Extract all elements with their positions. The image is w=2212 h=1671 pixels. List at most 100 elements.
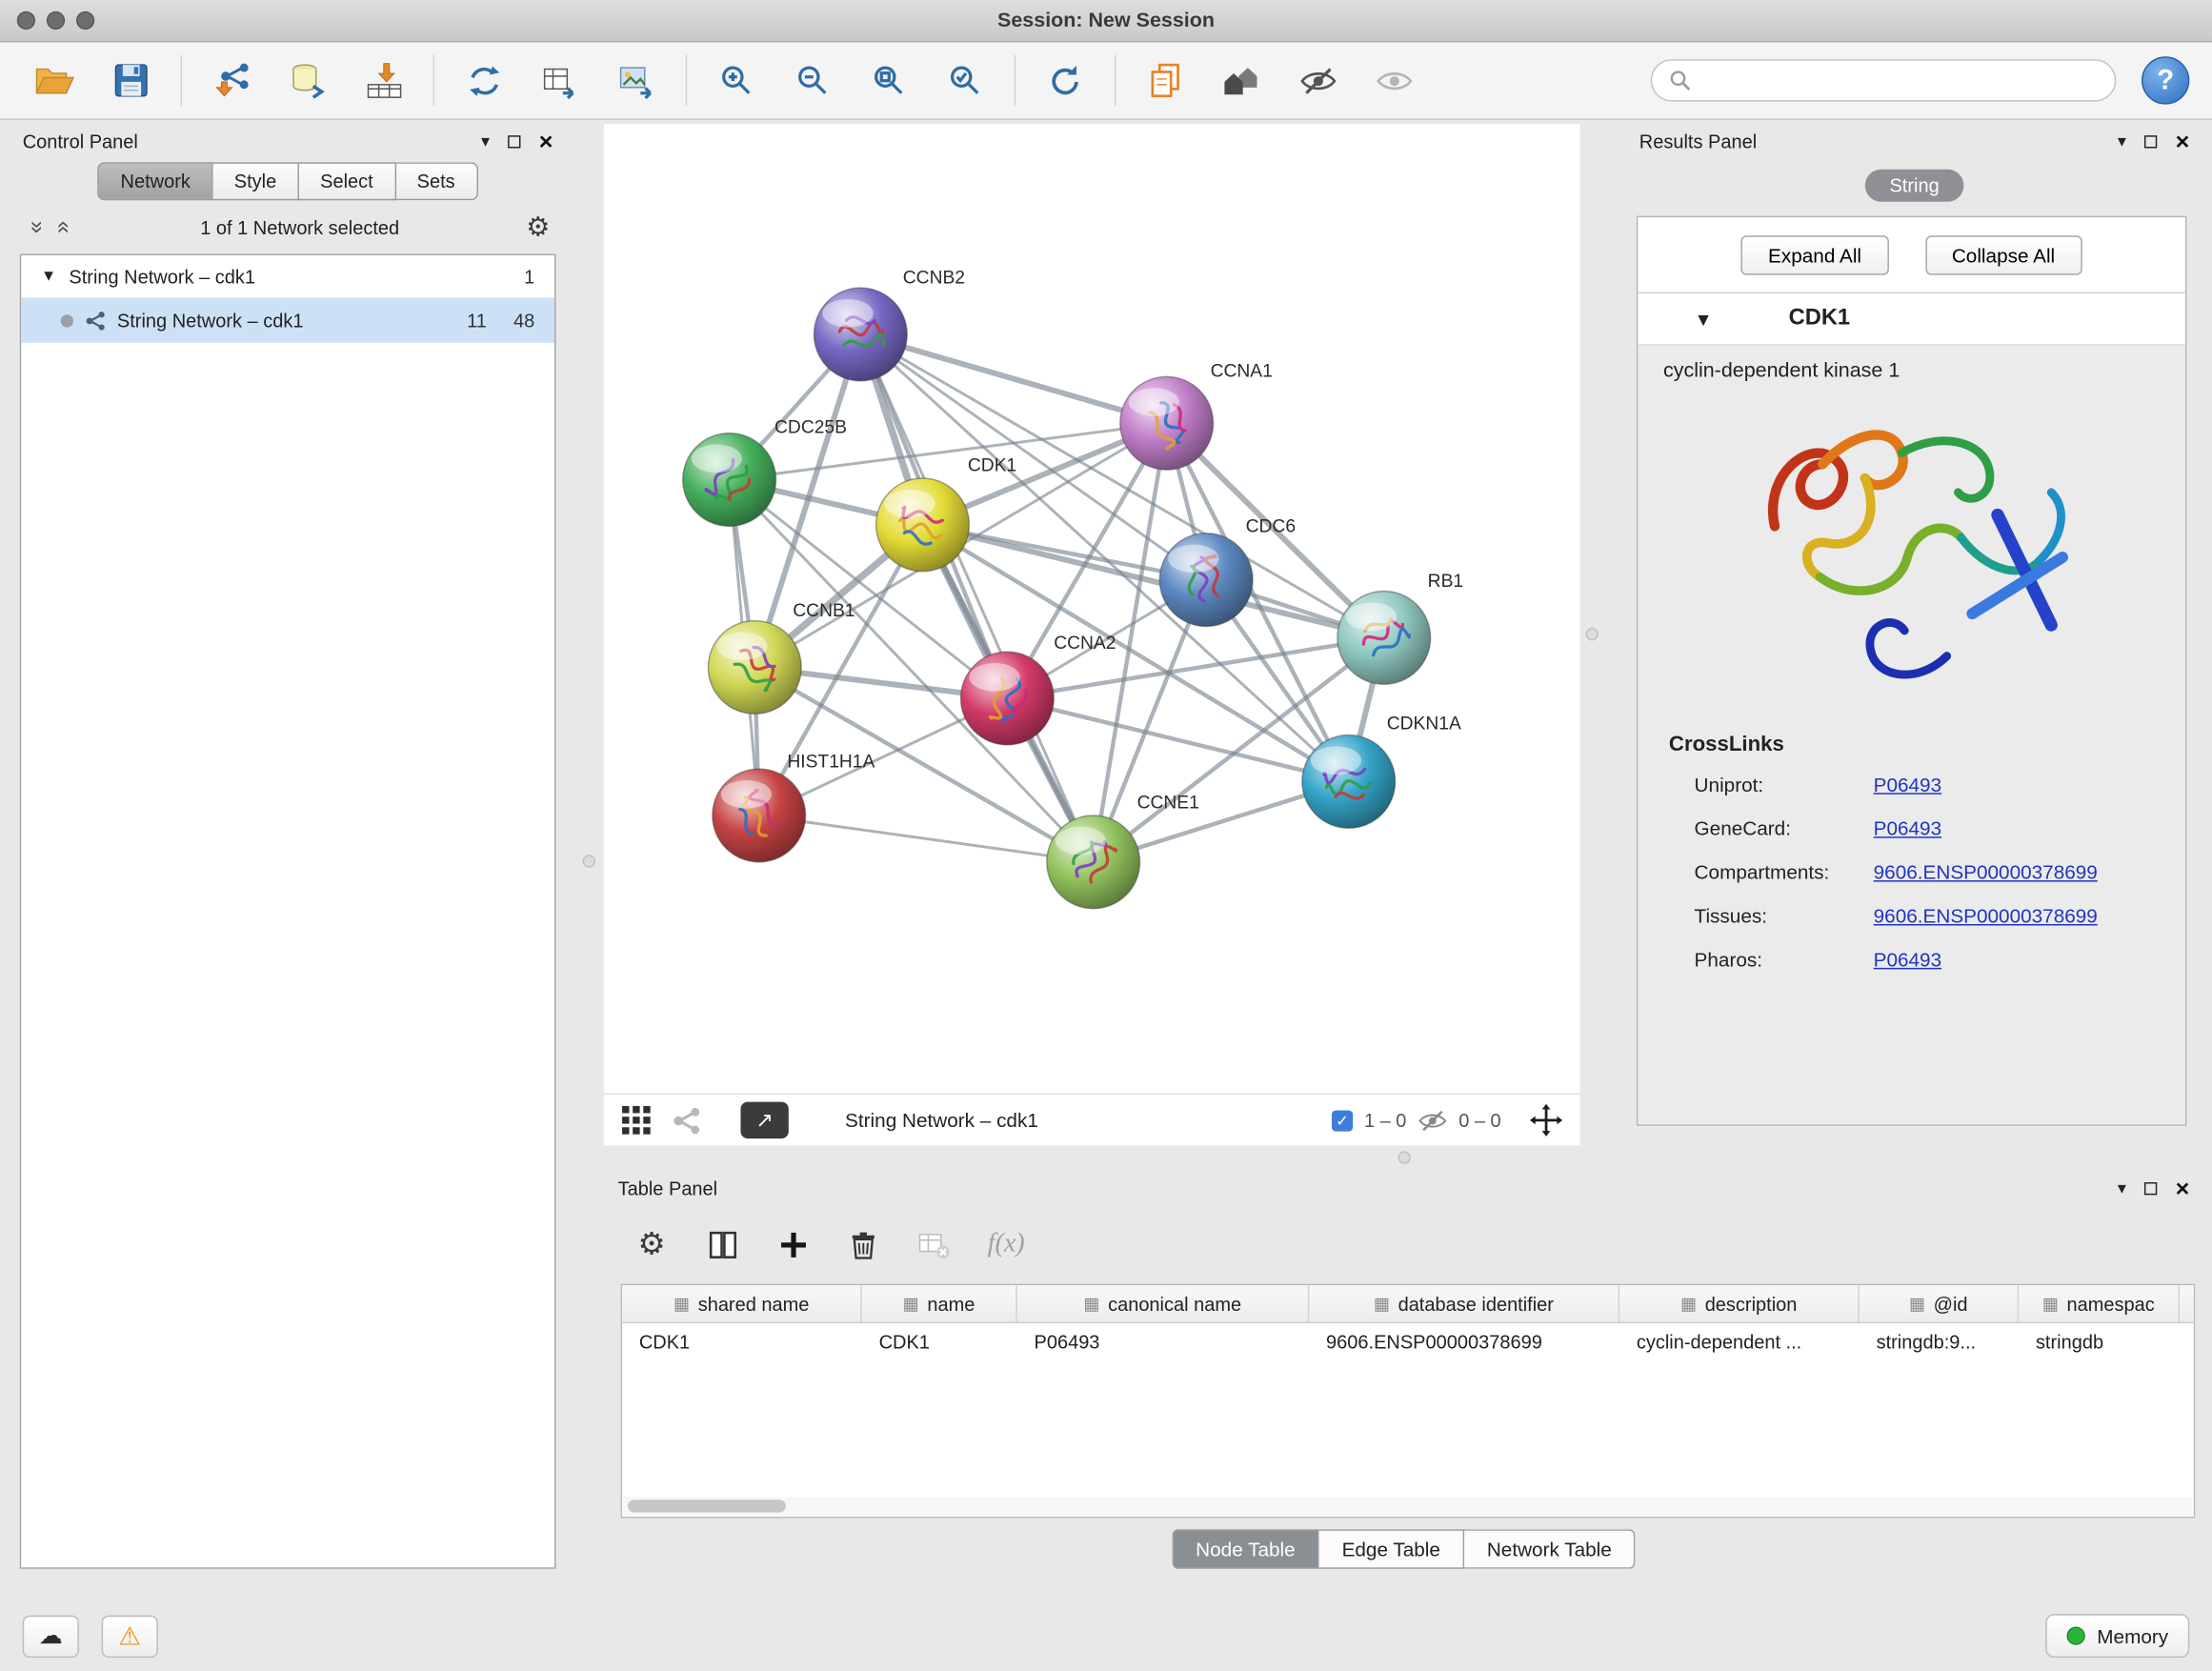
control-tab-style[interactable]: Style [213,162,299,200]
close-panel-icon[interactable]: × [2176,130,2190,153]
grid-view-icon[interactable] [621,1105,653,1137]
column-header-canonical-name[interactable]: ▦canonical name [1017,1285,1310,1322]
zoom-window-button[interactable] [76,11,94,30]
column-header--id[interactable]: ▦@id [1860,1285,2019,1322]
documents-icon [1147,61,1184,99]
scrollbar-thumb[interactable] [628,1500,786,1512]
splitter-handle[interactable] [583,855,595,867]
crosslink-uniprot-link[interactable]: P06493 [1874,773,1941,795]
network-node-CDC25B[interactable] [683,433,776,527]
tab-node-table[interactable]: Node Table [1172,1529,1319,1568]
maximize-panel-icon[interactable] [508,134,520,147]
network-node-CCNB2[interactable] [814,288,907,381]
maximize-panel-icon[interactable] [2144,134,2157,147]
hide-selected-button[interactable] [1285,48,1350,112]
open-session-button[interactable] [23,48,88,112]
export-image-button[interactable] [604,48,669,112]
splitter-handle[interactable] [1398,1151,1411,1163]
control-tab-network[interactable]: Network [98,162,213,200]
network-graph[interactable]: CCNB2CCNA1CDC25BCDK1CDC6RB1CCNB1CCNA2CDK… [604,124,1580,1093]
status-bar: ☁ ⚠ Memory [0,1601,2212,1671]
column-header-namespac[interactable]: ▦namespac [2019,1285,2180,1322]
gene-entry-header[interactable]: ▼ CDK1 [1638,293,2185,346]
float-panel-icon[interactable]: ▾ [2118,131,2126,151]
control-tab-sets[interactable]: Sets [395,162,477,200]
import-network-from-file-button[interactable] [199,48,264,112]
create-column-button[interactable] [768,1218,818,1269]
network-canvas[interactable]: CCNB2CCNA1CDC25BCDK1CDC6RB1CCNB1CCNA2CDK… [604,124,1580,1093]
network-node-CCNA2[interactable] [960,652,1054,745]
network-row-selected[interactable]: String Network – cdk1 11 48 [21,297,554,342]
tab-network-table[interactable]: Network Table [1464,1529,1636,1568]
control-tab-select[interactable]: Select [299,162,395,200]
save-session-button[interactable] [99,48,164,112]
column-header-name[interactable]: ▦name [862,1285,1017,1322]
close-panel-icon[interactable]: × [539,130,553,153]
zoom-selected-button[interactable] [933,48,997,112]
cloud-status-button[interactable]: ☁ [23,1616,79,1658]
import-network-from-database-button[interactable] [275,48,340,112]
warnings-button[interactable]: ⚠ [102,1616,158,1658]
crosslink-compartments-link[interactable]: 9606.ENSP00000378699 [1874,860,2098,883]
zoom-out-button[interactable] [780,48,845,112]
network-node-CDK1[interactable] [876,478,970,572]
cloud-icon: ☁ [39,1622,63,1651]
home-button[interactable] [1209,48,1274,112]
entry-caret-icon[interactable]: ▼ [1695,309,1713,330]
minimize-window-button[interactable] [47,11,65,30]
close-window-button[interactable] [17,11,35,30]
collection-caret-icon[interactable]: ▼ [41,268,56,285]
network-edge[interactable] [860,334,1166,423]
network-node-CCNA1[interactable] [1120,376,1214,470]
import-table-from-file-button[interactable] [352,48,416,112]
search-input[interactable] [1702,70,2098,92]
zoom-in-button[interactable] [704,48,769,112]
column-header-shared-name[interactable]: ▦shared name [622,1285,862,1322]
tab-edge-table[interactable]: Edge Table [1319,1529,1464,1568]
network-options-gear-icon[interactable]: ⚙ [526,211,550,243]
crosslink-pharos-link[interactable]: P06493 [1874,947,1941,970]
table-row[interactable]: CDK1CDK1P064939606.ENSP00000378699cyclin… [622,1323,2194,1361]
show-columns-button[interactable] [697,1218,748,1269]
help-button[interactable]: ? [2142,56,2189,104]
collapse-all-icon[interactable]: » [23,216,49,237]
birdseye-view-button[interactable]: ↗ [740,1102,788,1139]
pan-move-icon[interactable] [1529,1103,1563,1137]
crosslink-label: GeneCard: [1695,816,1874,839]
copy-document-button[interactable] [1133,48,1197,112]
network-edge[interactable] [759,815,1094,862]
tab-string[interactable]: String [1865,170,1963,202]
float-panel-icon[interactable]: ▾ [481,131,490,151]
table-panel-header: Table Panel ▾ × [604,1171,2203,1205]
close-panel-icon[interactable]: × [2176,1176,2190,1199]
memory-button[interactable]: Memory [2046,1614,2189,1658]
network-node-CDKN1A[interactable] [1302,735,1396,829]
network-edge[interactable] [860,334,1093,862]
crosslink-tissues-link[interactable]: 9606.ENSP00000378699 [1874,904,2098,927]
column-header-description[interactable]: ▦description [1619,1285,1860,1322]
export-table-button[interactable] [528,48,593,112]
network-node-HIST1H1A[interactable] [713,769,806,862]
table-options-button[interactable]: ⚙ [627,1218,677,1269]
network-node-CCNE1[interactable] [1047,815,1140,909]
expand-all-button[interactable]: Expand All [1741,235,1888,274]
column-header-database-identifier[interactable]: ▦database identifier [1309,1285,1619,1322]
collection-label: String Network – cdk1 [69,266,485,287]
maximize-panel-icon[interactable] [2144,1181,2157,1194]
network-node-RB1[interactable] [1337,591,1431,684]
splitter-handle[interactable] [1586,628,1599,640]
network-node-CCNB1[interactable] [708,621,801,715]
collapse-all-button[interactable]: Collapse All [1925,235,2082,274]
expand-all-icon[interactable]: « [50,216,76,237]
float-panel-icon[interactable]: ▾ [2118,1178,2126,1198]
zoom-fit-button[interactable] [856,48,921,112]
new-network-from-selection-button[interactable] [452,48,516,112]
network-collection-row[interactable]: ▼ String Network – cdk1 1 [21,255,554,297]
horizontal-scrollbar[interactable] [624,1497,2193,1515]
protein-structure-image [1736,391,2088,715]
delete-column-button[interactable] [838,1218,889,1269]
network-node-CDC6[interactable] [1159,534,1253,627]
apply-layout-button[interactable] [1033,48,1097,112]
crosslink-genecard-link[interactable]: P06493 [1874,816,1941,839]
selected-checkbox[interactable]: ✓ [1332,1110,1353,1131]
